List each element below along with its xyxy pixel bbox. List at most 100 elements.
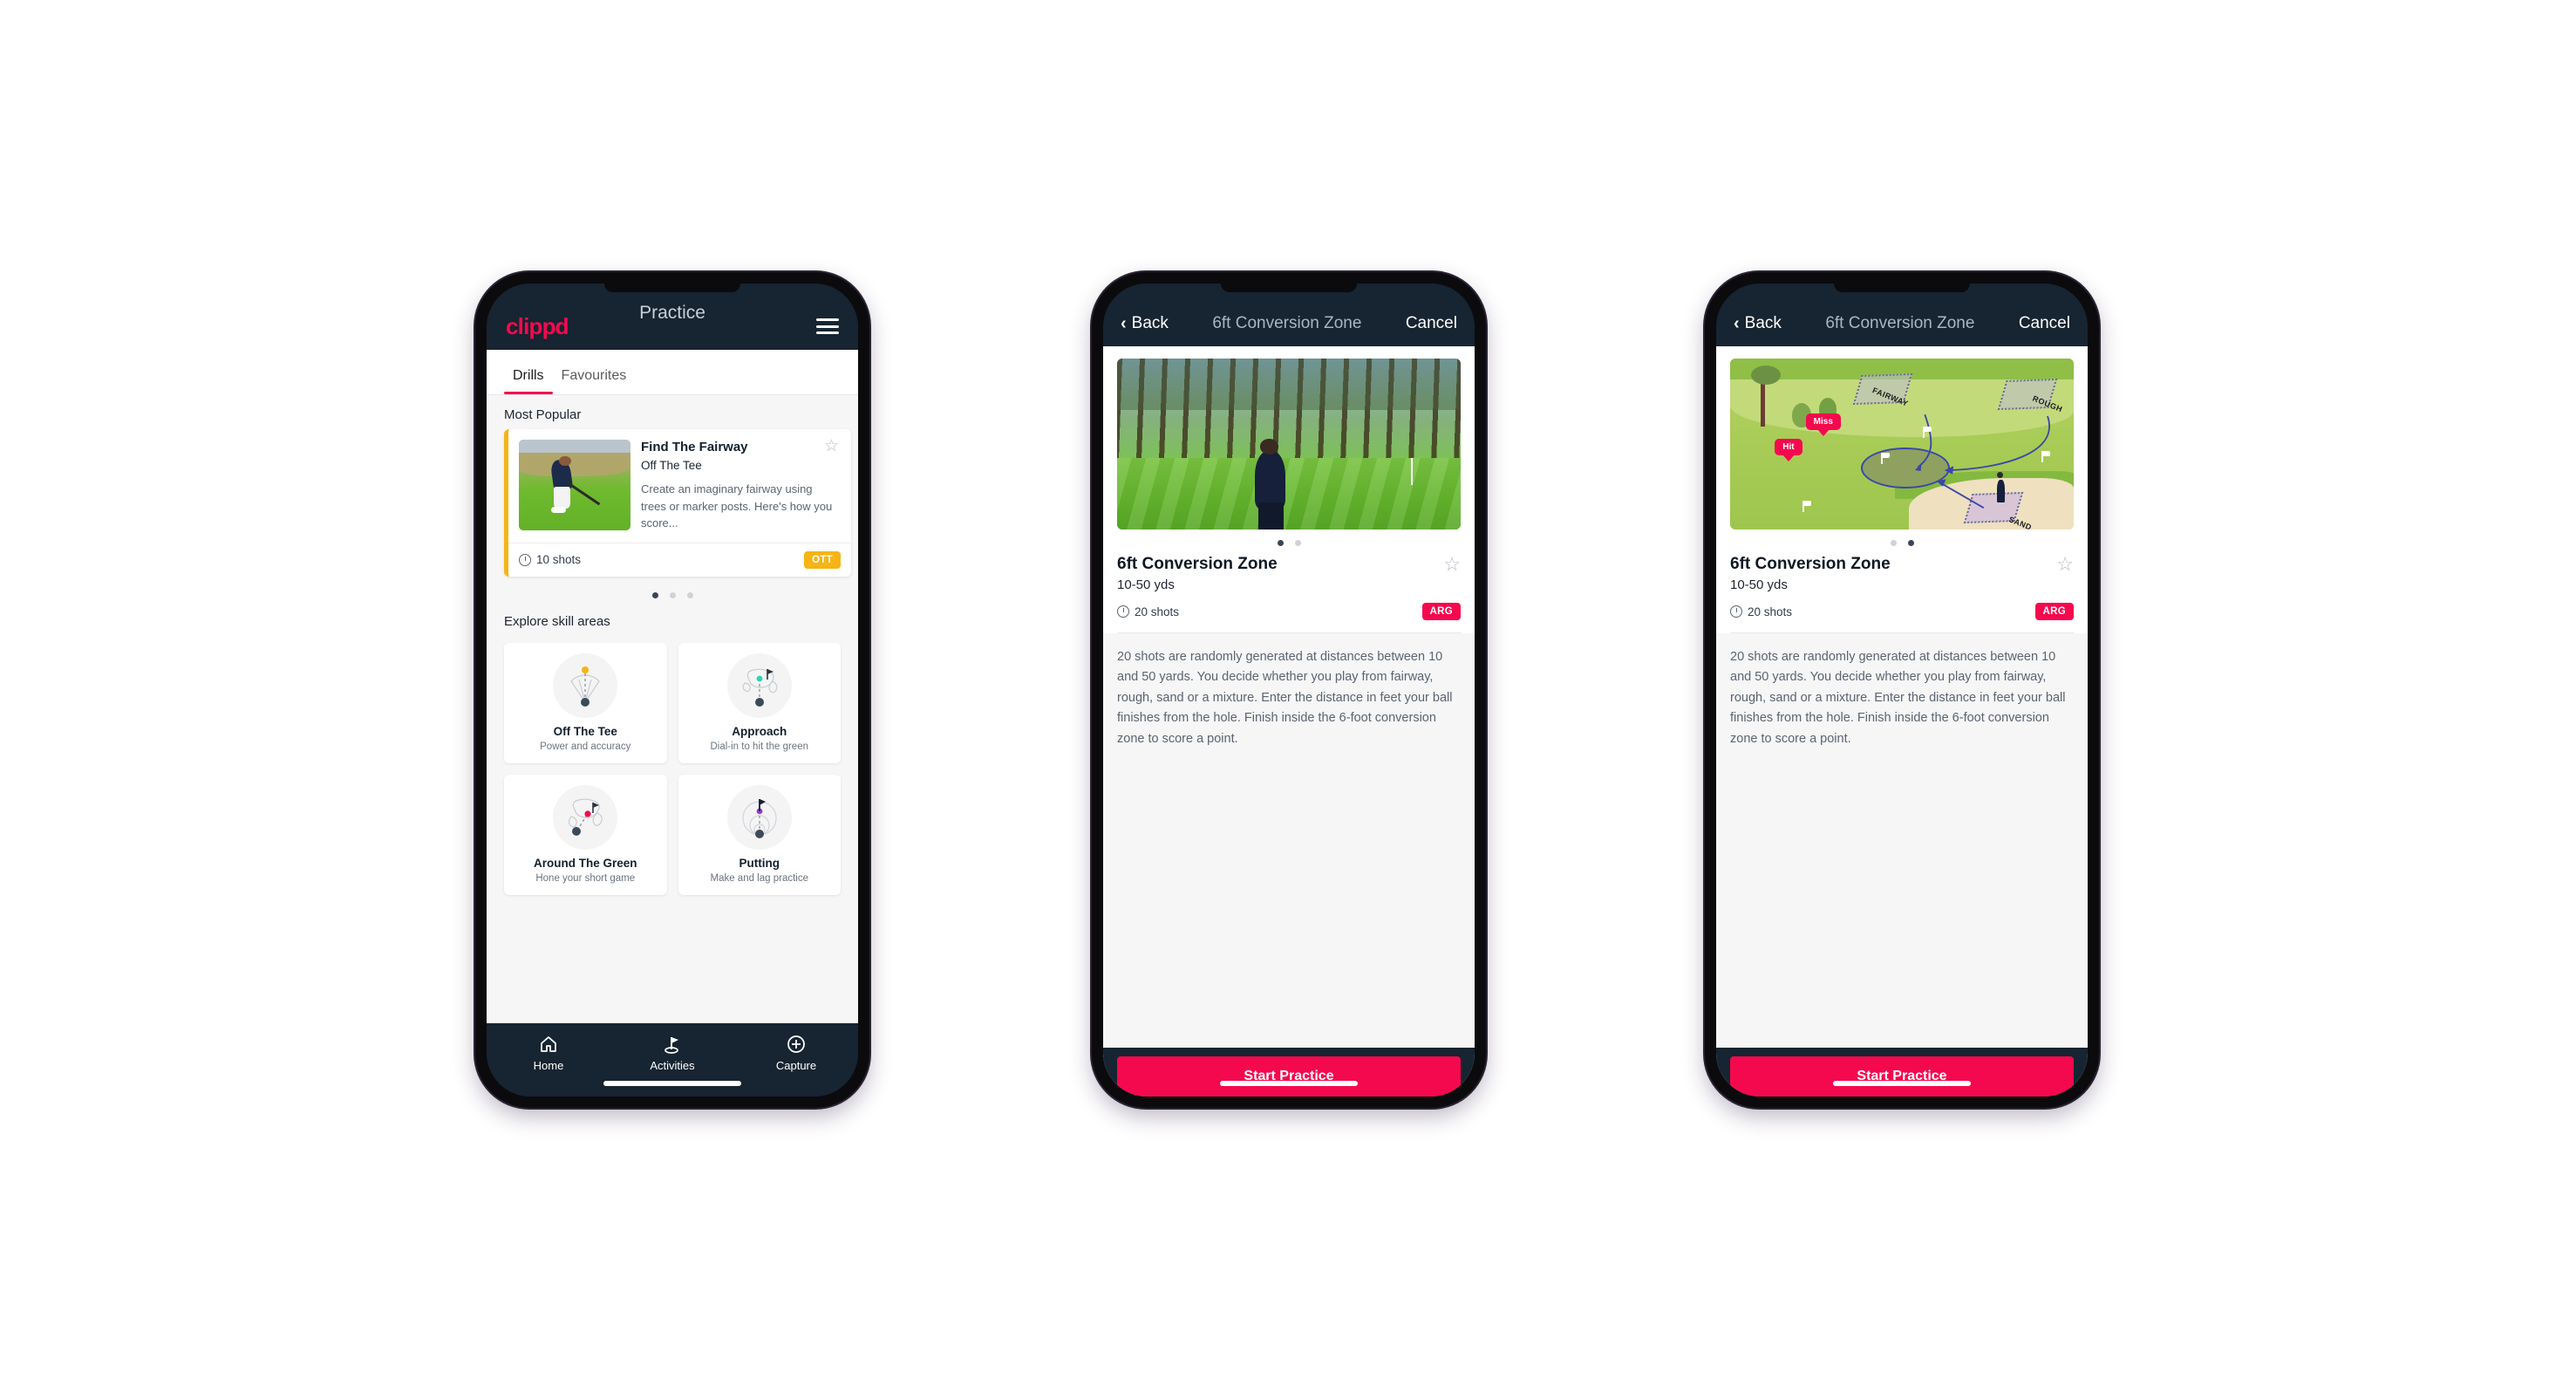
skill-desc: Make and lag practice <box>710 872 808 884</box>
carousel-dot[interactable] <box>1294 540 1301 546</box>
skill-card-approach[interactable]: Approach Dial-in to hit the green <box>678 642 841 763</box>
drill-shots-label: 20 shots <box>1135 605 1180 618</box>
back-button[interactable]: ‹ Back <box>1121 314 1169 333</box>
skill-name: Around The Green <box>533 856 637 870</box>
back-label: Back <box>1131 314 1169 332</box>
screenshot-stage: clippd Practice Drills Favourites Most P… <box>0 0 2576 1387</box>
plus-circle-icon <box>787 1035 805 1053</box>
hamburger-icon[interactable] <box>816 318 839 334</box>
tab-drills[interactable]: Drills <box>504 368 553 394</box>
drill-carousel[interactable]: ☆ Find The Fairway Off The Tee Create an… <box>487 429 858 577</box>
hero-media-wrap <box>1103 346 1475 530</box>
carousel-dot[interactable] <box>669 591 676 598</box>
carousel-dots[interactable] <box>1117 530 1461 555</box>
drill-stats-row: 20 shots ARG <box>1117 603 1461 632</box>
drill-info: ☆ Find The Fairway Off The Tee Create an… <box>641 438 841 532</box>
drill-card-footer: 10 shots OTT <box>508 542 851 577</box>
bottom-nav-home[interactable]: Home <box>487 1034 610 1072</box>
drill-shots: 20 shots <box>1730 605 1792 618</box>
drill-hero-image[interactable] <box>1117 359 1461 530</box>
skill-card-putting[interactable]: Putting Make and lag practice <box>678 774 841 895</box>
tab-favourites[interactable]: Favourites <box>553 368 636 394</box>
home-icon <box>541 1036 556 1052</box>
course-diagram-image[interactable]: FAIRWAY ROUGH SAND Miss Hit <box>1730 359 2074 530</box>
star-outline-icon[interactable]: ☆ <box>1443 555 1461 574</box>
clock-icon <box>519 553 531 566</box>
page-title: 6ft Conversion Zone <box>1825 314 1975 332</box>
phone3-content: FAIRWAY ROUGH SAND Miss Hit 6ft Conversi… <box>1716 346 2088 1097</box>
phone2-screen: ‹ Back 6ft Conversion Zone Cancel 6ft Co… <box>1103 284 1475 1097</box>
drill-meta: 6ft Conversion Zone 10-50 yds ☆ 20 shots… <box>1716 530 2088 633</box>
phone1-content: Most Popular ☆ Find The Fairway Off The … <box>487 395 858 1023</box>
phone-drill-detail-video: ‹ Back 6ft Conversion Zone Cancel 6ft Co… <box>1092 272 1486 1108</box>
carousel-dot[interactable] <box>1907 540 1914 546</box>
flag-icon <box>1802 501 1811 513</box>
putting-rings-icon <box>726 784 792 850</box>
cancel-button[interactable]: Cancel <box>2019 314 2070 333</box>
drill-title: 6ft Conversion Zone <box>1730 555 1891 573</box>
drill-description: 20 shots are randomly generated at dista… <box>1103 633 1475 1048</box>
bottom-nav-label: Home <box>533 1059 564 1072</box>
skill-name: Putting <box>739 856 780 870</box>
phone1-navbar: clippd Practice <box>487 284 858 350</box>
star-outline-icon[interactable]: ☆ <box>2056 555 2074 574</box>
cta-wrap: Start Practice <box>1716 1048 2088 1097</box>
clock-icon <box>1730 605 1742 618</box>
bottom-nav-capture[interactable]: Capture <box>735 1034 858 1072</box>
drill-description: 20 shots are randomly generated at dista… <box>1716 633 2088 1048</box>
golf-flag-icon <box>664 1037 678 1054</box>
drill-card-top: ☆ Find The Fairway Off The Tee Create an… <box>508 429 851 543</box>
carousel-dots[interactable] <box>1730 530 2074 555</box>
phone2-navbar: ‹ Back 6ft Conversion Zone Cancel <box>1103 284 1475 346</box>
phone1-screen: clippd Practice Drills Favourites Most P… <box>487 284 858 1097</box>
drill-shots-label: 10 shots <box>536 553 582 566</box>
drill-title-row: 6ft Conversion Zone 10-50 yds ☆ <box>1117 555 1461 593</box>
carousel-dots[interactable] <box>487 577 858 602</box>
bottom-nav-label: Capture <box>775 1059 817 1072</box>
drill-shots-label: 20 shots <box>1748 605 1793 618</box>
drill-yardage: 10-50 yds <box>1117 577 1175 592</box>
phone-drill-detail-diagram: ‹ Back 6ft Conversion Zone Cancel FAIRWA… <box>1705 272 2099 1108</box>
notch <box>1834 284 1970 292</box>
status-badge: ARG <box>2034 603 2074 620</box>
phone3-navbar: ‹ Back 6ft Conversion Zone Cancel <box>1716 284 2088 346</box>
carousel-dot[interactable] <box>651 591 658 598</box>
start-practice-button[interactable]: Start Practice <box>1730 1056 2074 1097</box>
page-title: 6ft Conversion Zone <box>1212 314 1362 332</box>
bottom-nav-activities[interactable]: Activities <box>611 1034 734 1072</box>
home-indicator <box>1220 1081 1358 1086</box>
back-button[interactable]: ‹ Back <box>1734 314 1782 333</box>
drill-meta: 6ft Conversion Zone 10-50 yds ☆ 20 shots… <box>1103 530 1475 633</box>
chevron-left-icon: ‹ <box>1734 314 1740 333</box>
star-outline-icon[interactable]: ☆ <box>824 438 839 454</box>
golfer-head <box>1996 472 2003 479</box>
carousel-dot[interactable] <box>1890 540 1897 546</box>
skill-card-around-the-green[interactable]: Around The Green Hone your short game <box>504 774 667 895</box>
status-badge: OTT <box>804 550 841 569</box>
phone3-screen: ‹ Back 6ft Conversion Zone Cancel FAIRWA… <box>1716 284 2088 1097</box>
cancel-button[interactable]: Cancel <box>1406 314 1457 333</box>
skill-desc: Power and accuracy <box>540 741 631 752</box>
drill-card[interactable]: ☆ Find The Fairway Off The Tee Create an… <box>504 429 851 577</box>
flag-icon <box>1881 452 1891 464</box>
carousel-dot[interactable] <box>1277 540 1284 546</box>
carousel-dot[interactable] <box>686 591 693 598</box>
drill-description: Create an imaginary fairway using trees … <box>641 482 833 530</box>
tee-fan-icon <box>553 653 618 718</box>
drill-thumbnail <box>519 440 630 530</box>
drill-yardage: 10-50 yds <box>1730 577 1788 592</box>
chevron-left-icon: ‹ <box>1121 314 1127 333</box>
section-most-popular: Most Popular <box>504 407 582 422</box>
tab-bar: Drills Favourites <box>487 350 858 395</box>
notch <box>604 284 740 292</box>
home-indicator <box>1833 1081 1971 1086</box>
chip-green-icon <box>553 784 618 850</box>
drill-category: Off The Tee <box>641 459 702 472</box>
phone2-content: 6ft Conversion Zone 10-50 yds ☆ 20 shots… <box>1103 346 1475 1097</box>
flag-icon <box>2041 450 2050 462</box>
skill-name: Off The Tee <box>553 724 617 738</box>
home-indicator <box>603 1081 741 1086</box>
start-practice-button[interactable]: Start Practice <box>1117 1056 1461 1097</box>
skill-card-off-the-tee[interactable]: Off The Tee Power and accuracy <box>504 642 667 763</box>
approach-green-icon <box>726 653 792 718</box>
